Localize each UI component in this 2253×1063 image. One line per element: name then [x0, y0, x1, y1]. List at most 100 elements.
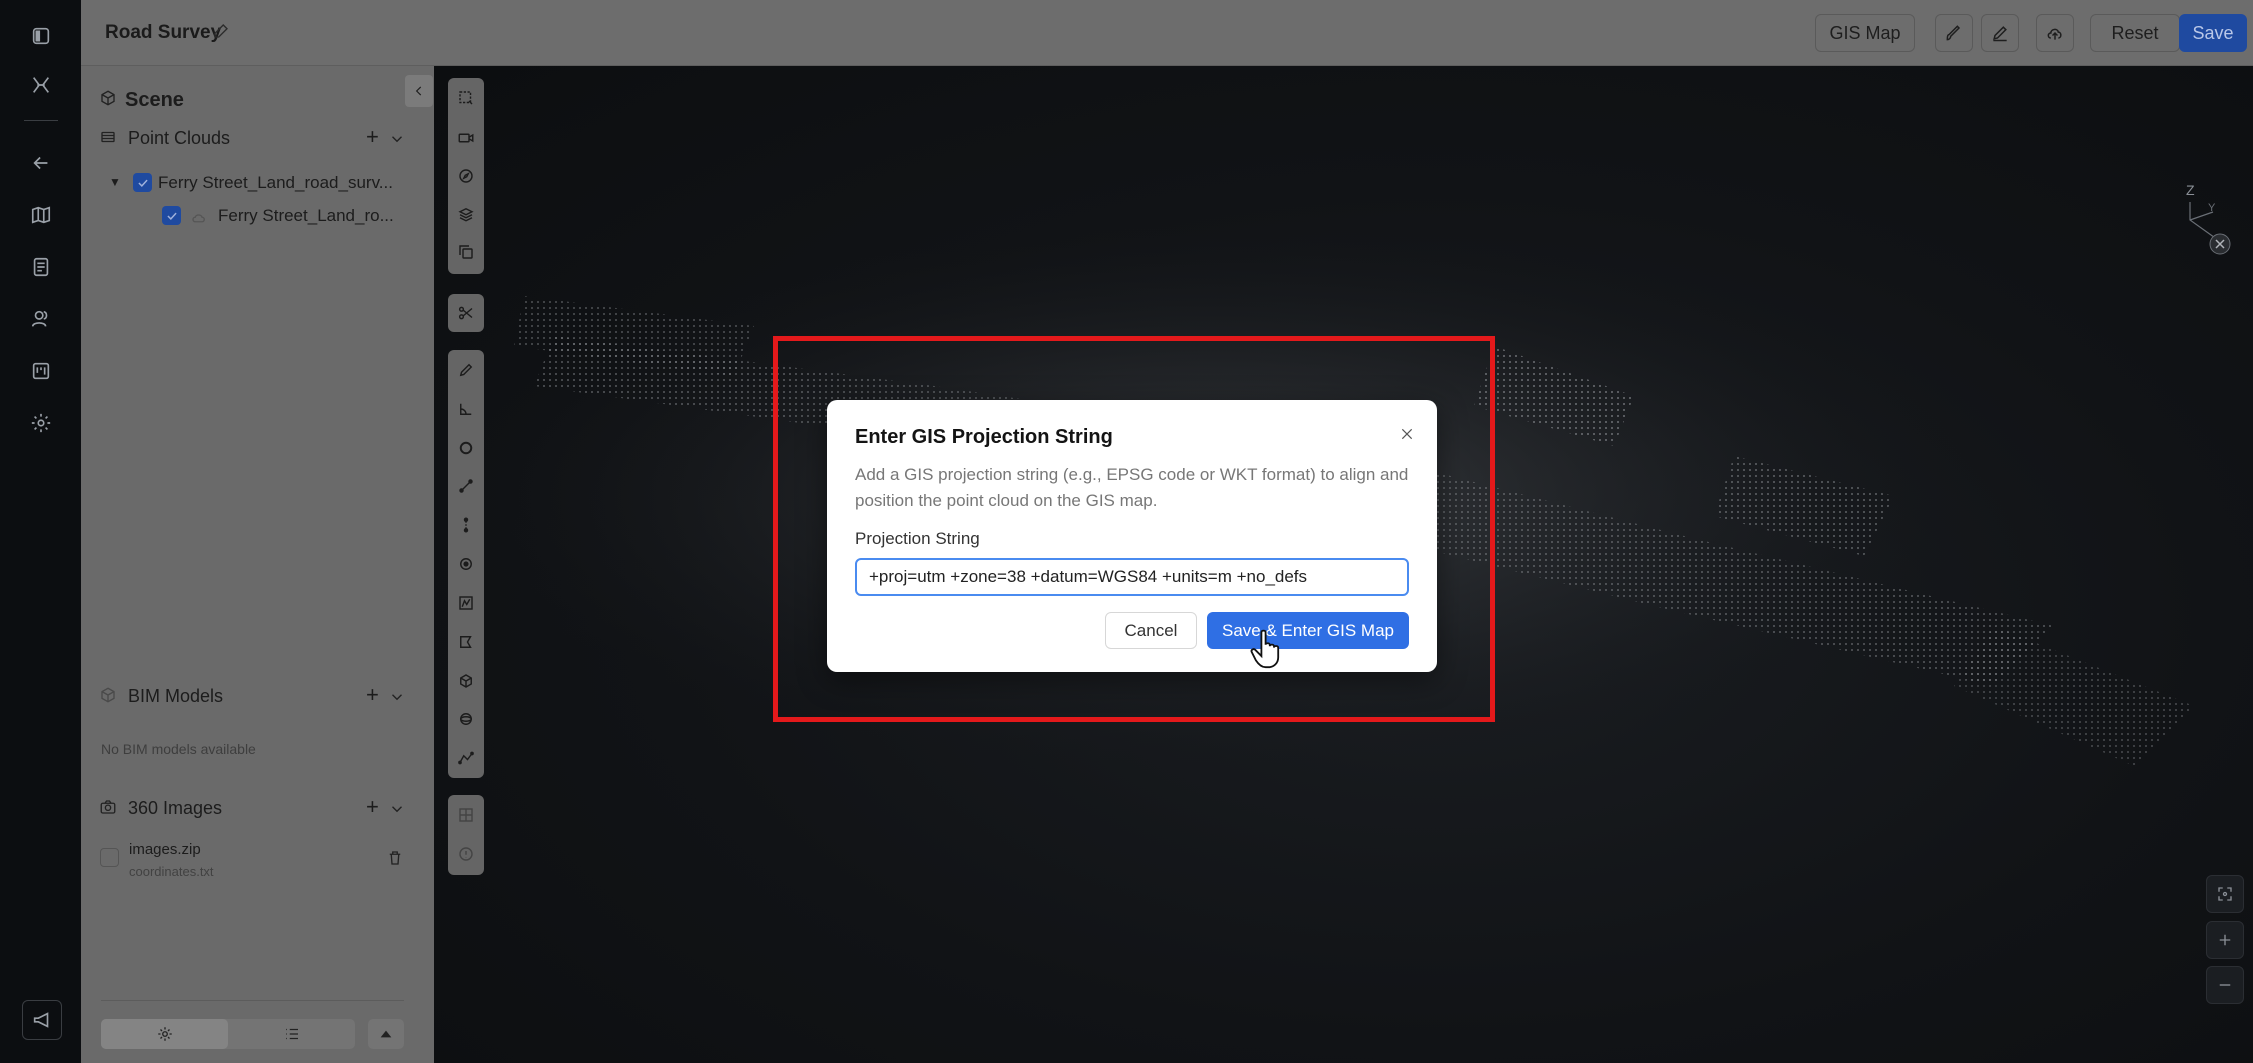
edit-pencil-icon[interactable]	[212, 22, 232, 42]
image-checkbox[interactable]	[100, 848, 119, 867]
top-bar: Road Survey GIS Map Reset Save	[81, 0, 2253, 66]
back-arrow-icon[interactable]	[22, 144, 60, 182]
fit-view-button[interactable]	[2206, 875, 2244, 913]
zoom-in-button[interactable]	[2206, 921, 2244, 959]
close-icon[interactable]	[1395, 422, 1419, 446]
zoom-out-button[interactable]	[2206, 966, 2244, 1004]
list-icon	[285, 1028, 298, 1040]
users-icon[interactable]	[22, 300, 60, 338]
tree-item-child-label[interactable]: Ferry Street_Land_ro...	[218, 206, 394, 226]
camera-icon	[99, 798, 119, 818]
camera-tool[interactable]	[448, 120, 484, 156]
reset-button[interactable]: Reset	[2090, 14, 2180, 52]
chevron-down-icon[interactable]	[388, 688, 408, 708]
footer-list-tab[interactable]	[228, 1019, 355, 1049]
volume-tool[interactable]	[448, 663, 484, 699]
brush-icon	[1946, 25, 1961, 41]
tree-checkbox-child[interactable]	[162, 206, 181, 225]
annotate-tool[interactable]	[448, 352, 484, 388]
settings-gear-icon[interactable]	[22, 404, 60, 442]
board-icon[interactable]	[22, 352, 60, 390]
scissors-icon	[458, 306, 473, 320]
projection-string-label: Projection String	[855, 529, 980, 548]
compass-icon	[459, 169, 473, 183]
point-cloud-icon	[99, 128, 119, 148]
circle-tool[interactable]	[448, 430, 484, 466]
angle-tool[interactable]	[448, 391, 484, 427]
info-tool[interactable]	[448, 836, 484, 872]
select-region-tool[interactable]	[448, 80, 484, 116]
cancel-button[interactable]: Cancel	[1105, 612, 1197, 649]
point-tool[interactable]	[448, 546, 484, 582]
panel-toggle-icon[interactable]	[22, 17, 60, 55]
chevron-left-icon	[415, 86, 422, 96]
save-enter-gis-map-button[interactable]: Save & Enter GIS Map	[1207, 612, 1409, 649]
pen-icon	[459, 363, 473, 377]
axis-gizmo[interactable]: Z Y	[2168, 170, 2238, 260]
box-icon	[460, 674, 472, 688]
tree-checkbox-parent[interactable]	[133, 173, 152, 192]
layers-tool[interactable]	[448, 196, 484, 232]
collapse-sidebar-button[interactable]	[405, 75, 433, 107]
cloud-upload-icon	[2047, 28, 2062, 40]
distance-tool[interactable]	[448, 468, 484, 504]
add-bim-icon[interactable]: +	[366, 682, 379, 708]
video-icon	[458, 133, 474, 143]
dialog-title: Enter GIS Projection String	[855, 426, 1113, 448]
clip-tool[interactable]	[448, 295, 484, 331]
split-view-tool[interactable]	[448, 797, 484, 833]
upload-button[interactable]	[2036, 14, 2074, 52]
path-icon	[458, 751, 474, 765]
area-tool[interactable]	[448, 624, 484, 660]
annotate-tool-button[interactable]	[1981, 14, 2019, 52]
angle-icon	[460, 403, 472, 415]
caret-down-icon[interactable]: ▼	[109, 175, 121, 189]
footer-settings-tab[interactable]	[101, 1019, 228, 1049]
expand-up-button[interactable]	[368, 1019, 404, 1049]
images-360-label: 360 Images	[128, 798, 223, 818]
height-tool[interactable]	[448, 507, 484, 543]
projection-string-input[interactable]	[855, 558, 1409, 596]
sidebar-footer-tabs	[101, 1019, 355, 1049]
tree-item-parent-label[interactable]: Ferry Street_Land_road_surv...	[158, 173, 393, 193]
scene-title: Scene	[125, 89, 184, 111]
bim-empty-message: No BIM models available	[101, 741, 256, 757]
line-measure-icon	[459, 479, 473, 493]
gear-icon	[157, 1027, 172, 1041]
gis-map-button[interactable]: GIS Map	[1815, 14, 1915, 52]
point-clouds-label: Point Clouds	[128, 128, 231, 148]
document-icon[interactable]	[22, 248, 60, 286]
map-icon[interactable]	[22, 196, 60, 234]
path-tool[interactable]	[448, 740, 484, 776]
check-icon	[166, 212, 177, 220]
profile-tool[interactable]	[448, 585, 484, 621]
minus-icon	[2219, 984, 2231, 986]
chevron-down-icon[interactable]	[388, 800, 408, 820]
info-icon	[459, 847, 473, 861]
navigate-tool[interactable]	[448, 158, 484, 194]
layers-icon	[458, 207, 474, 222]
grid-icon	[459, 808, 473, 822]
add-image-icon[interactable]: +	[366, 794, 379, 820]
focus-icon	[2218, 887, 2232, 901]
bim-cube-icon	[99, 686, 119, 706]
app-rail	[0, 0, 81, 1063]
add-point-cloud-icon[interactable]: +	[366, 124, 379, 150]
project-title: Road Survey	[105, 22, 222, 43]
save-button[interactable]: Save	[2179, 14, 2247, 52]
app-logo-icon	[22, 66, 60, 104]
cloud-icon	[190, 209, 210, 229]
trash-icon[interactable]	[386, 849, 406, 869]
rail-divider	[24, 120, 58, 121]
chevron-down-icon[interactable]	[388, 130, 408, 150]
target-icon	[460, 558, 472, 570]
sphere-tool[interactable]	[448, 701, 484, 737]
gis-projection-dialog: Enter GIS Projection String Add a GIS pr…	[827, 400, 1437, 672]
polygon-icon	[460, 636, 472, 648]
bim-models-label: BIM Models	[128, 686, 224, 706]
copy-tool[interactable]	[448, 234, 484, 270]
brush-tool-button[interactable]	[1935, 14, 1973, 52]
plus-icon	[2219, 934, 2231, 946]
announcements-icon[interactable]	[22, 1000, 62, 1040]
image-file-name: images.zip	[129, 841, 201, 858]
